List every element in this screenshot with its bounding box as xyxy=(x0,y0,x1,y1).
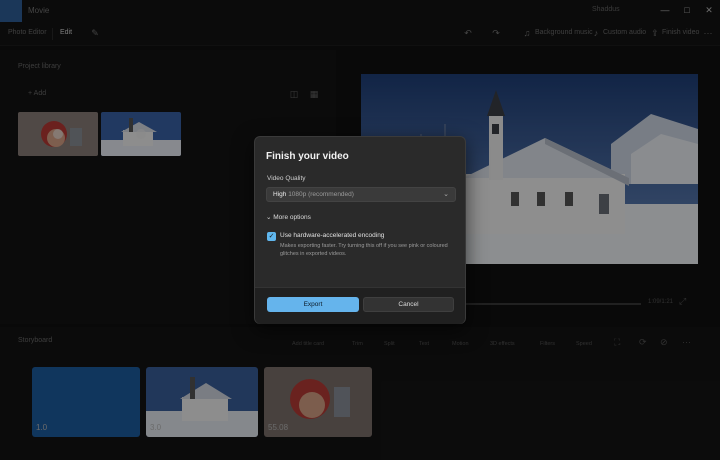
hw-encoding-checkbox[interactable]: ✓ xyxy=(267,232,276,241)
more-options-label: More options xyxy=(273,214,311,221)
dialog-footer: Export Cancel xyxy=(255,287,465,324)
quality-detail: 1080p (recommended) xyxy=(288,191,354,198)
chevron-icon: ⌄ xyxy=(266,214,272,221)
hw-encoding-label[interactable]: Use hardware-accelerated encoding xyxy=(280,232,384,239)
finish-video-dialog: Finish your video Video Quality High 108… xyxy=(254,136,466,324)
quality-level: High xyxy=(273,191,287,198)
export-button[interactable]: Export xyxy=(267,297,359,312)
cancel-button[interactable]: Cancel xyxy=(363,297,454,312)
chevron-down-icon: ⌄ xyxy=(443,191,449,198)
video-quality-select[interactable]: High 1080p (recommended) ⌄ xyxy=(266,187,456,202)
dialog-title: Finish your video xyxy=(266,151,349,162)
video-quality-label: Video Quality xyxy=(267,175,306,182)
more-options-toggle[interactable]: ⌄ More options xyxy=(266,213,311,221)
hw-encoding-description: Makes exporting faster. Try turning this… xyxy=(280,243,448,257)
video-quality-value: High 1080p (recommended) xyxy=(273,191,354,198)
